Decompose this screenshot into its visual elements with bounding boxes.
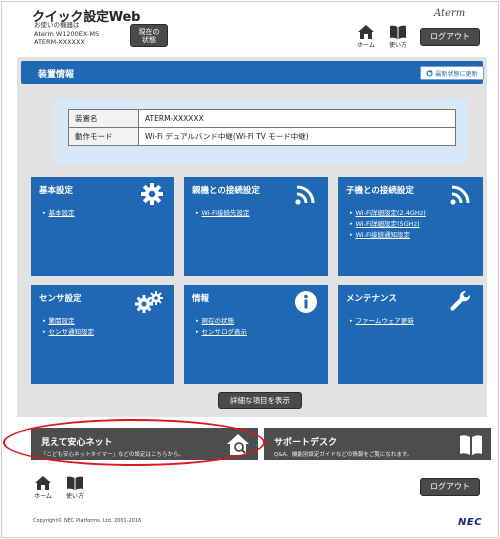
safe-net-title: 見えて安心ネット	[41, 438, 113, 448]
gear-icon	[141, 183, 163, 205]
device-line: お使いの機器は	[34, 21, 80, 29]
wifi-icon	[295, 185, 315, 205]
wifi-icon	[450, 185, 470, 205]
logout-button[interactable]: ログアウト	[420, 28, 480, 46]
safe-net-button[interactable]: 見えて安心ネット 「こども安心ネットタイマー」などの設定はこちらから。	[31, 428, 258, 460]
house-search-icon	[227, 434, 249, 455]
home-button[interactable]: ホーム	[357, 25, 375, 49]
book-icon	[460, 435, 482, 455]
mode-value: Wi-Fi デュアルバンド中継(Wi-Fi TV モード中継)	[138, 127, 456, 146]
support-desc: Q&A、機能別設定ガイドなどの情報をご覧になれます。	[274, 452, 413, 458]
device-info-title: 装置情報	[38, 70, 75, 80]
link-sensor-notify[interactable]: センサ通知設定	[43, 327, 95, 338]
footer-help-button[interactable]: 使い方	[64, 476, 86, 500]
device-model: Aterm W1200EX-MS	[34, 29, 100, 38]
tile-title: 基本設定	[39, 186, 74, 196]
home-icon	[358, 25, 374, 39]
link-list: Wi-Fi詳細設定(2.4GHz) Wi-Fi詳細設定(5GHz) Wi-Fi接…	[350, 208, 426, 241]
current-status-button[interactable]: 現在の 状態	[130, 24, 168, 47]
link-list: 基本設定	[43, 208, 75, 219]
support-desk-button[interactable]: サポートデスク Q&A、機能別設定ガイドなどの情報をご覧になれます。	[264, 428, 491, 460]
link-list: 驚閲設定 センサ通知設定	[43, 316, 95, 338]
device-name-key: 装置名	[68, 109, 139, 128]
safe-net-desc: 「こども安心ネットタイマー」などの設定はこちらから。	[41, 452, 185, 458]
tile-basic-settings[interactable]: 基本設定 基本設定	[31, 177, 174, 276]
tile-title: 親機との接続設定	[192, 186, 260, 196]
tile-parent-connection[interactable]: 親機との接続設定 Wi-Fi接続先設定	[184, 177, 328, 276]
copyright: Copyright© NEC Platforms, Ltd. 2001-2016	[33, 518, 142, 524]
nec-logo: NEC	[458, 517, 483, 528]
device-info-table: 装置名 ATERM-XXXXXX 動作モード Wi-Fi デュアルバンド中継(W…	[68, 109, 456, 146]
tile-title: 子機との接続設定	[346, 186, 414, 196]
tile-sensor-settings[interactable]: センサ設定 驚閲設定 センサ通知設定	[31, 285, 174, 384]
home-label: ホーム	[357, 42, 375, 49]
tile-maintenance[interactable]: メンテナンス ファームウェア更新	[338, 285, 483, 384]
book-icon	[390, 25, 406, 39]
refresh-button[interactable]: 最新状態に更新	[420, 66, 484, 80]
link-list: Wi-Fi接続先設定	[196, 208, 250, 219]
tile-title: センサ設定	[39, 294, 82, 304]
link-wifi-detail-24[interactable]: Wi-Fi詳細設定(2.4GHz)	[350, 208, 426, 219]
link-sensor-config[interactable]: 驚閲設定	[43, 316, 94, 327]
link-basic-settings[interactable]: 基本設定	[43, 208, 75, 219]
refresh-label: 最新状態に更新	[435, 70, 478, 78]
help-label: 使い方	[388, 42, 407, 49]
tile-title: 情報	[192, 294, 210, 304]
gears-icon	[135, 291, 163, 313]
home-label: ホーム	[34, 493, 52, 500]
current-status-label-1: 現在の	[138, 27, 160, 36]
device-summary: お使いの機器は Aterm W1200EX-MS ATERM-XXXXXX	[34, 21, 99, 47]
link-list: 現在の状態 センサログ表示	[196, 316, 248, 338]
link-wifi-detail-5[interactable]: Wi-Fi詳細設定(5GHz)	[350, 219, 426, 230]
tile-child-connection[interactable]: 子機との接続設定 Wi-Fi詳細設定(2.4GHz) Wi-Fi詳細設定(5GH…	[338, 177, 483, 276]
table-row: 動作モード Wi-Fi デュアルバンド中継(Wi-Fi TV モード中継)	[68, 127, 456, 146]
link-sensor-log[interactable]: センサログ表示	[196, 327, 248, 338]
link-list: ファームウェア更新	[350, 316, 414, 327]
link-current-status[interactable]: 現在の状態	[196, 316, 247, 327]
home-icon	[35, 476, 51, 490]
wrench-icon	[450, 290, 471, 311]
help-label: 使い方	[65, 493, 84, 500]
device-name-value: ATERM-XXXXXX	[138, 109, 456, 128]
mode-key: 動作モード	[68, 127, 139, 146]
book-icon	[67, 476, 83, 490]
device-name: ATERM-XXXXXX	[34, 38, 85, 46]
footer-logout-button[interactable]: ログアウト	[420, 478, 480, 496]
support-title: サポートデスク	[274, 438, 338, 448]
table-row: 装置名 ATERM-XXXXXX	[68, 109, 456, 128]
current-status-label-2: 状態	[142, 35, 156, 44]
device-info-bar	[21, 61, 483, 84]
footer-home-button[interactable]: ホーム	[34, 476, 52, 500]
tile-information[interactable]: 情報 現在の状態 センサログ表示	[184, 285, 328, 384]
aterm-logo: Aterm	[434, 8, 466, 19]
help-button[interactable]: 使い方	[387, 25, 409, 49]
link-firmware-update[interactable]: ファームウェア更新	[350, 316, 414, 327]
tile-title: メンテナンス	[346, 294, 397, 304]
link-wifi-connect[interactable]: Wi-Fi接続先設定	[196, 208, 250, 219]
refresh-icon	[426, 69, 434, 77]
link-wifi-notify[interactable]: Wi-Fi接続通知設定	[350, 230, 426, 241]
show-details-button[interactable]: 詳細な項目を表示	[218, 392, 302, 409]
info-icon	[295, 291, 317, 313]
